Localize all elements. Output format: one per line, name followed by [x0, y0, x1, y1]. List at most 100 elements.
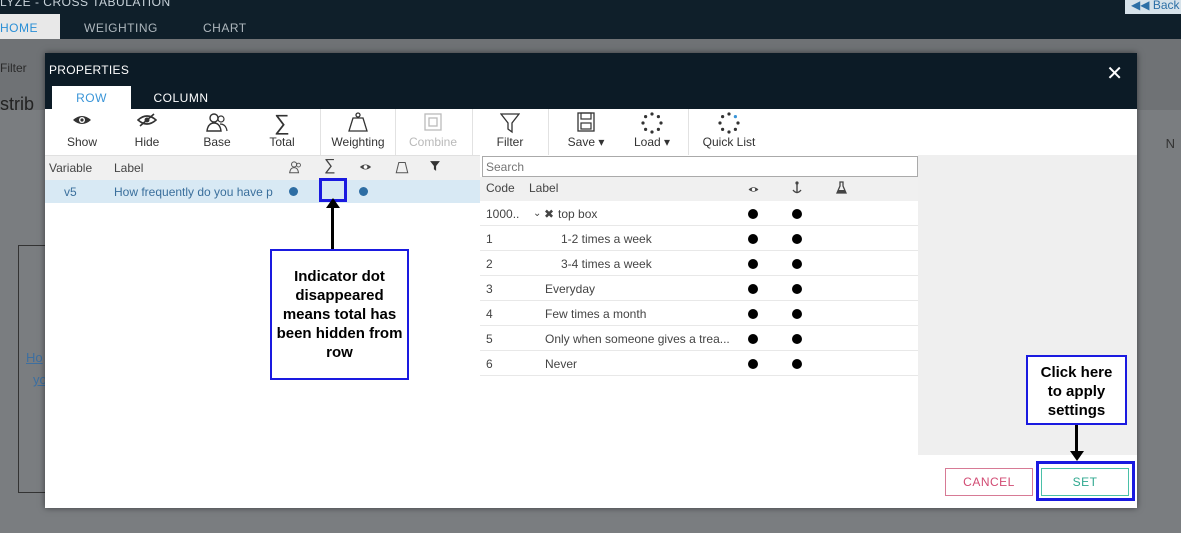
code-row[interactable]: 2 3-4 times a week [480, 251, 918, 276]
base-label: Base [203, 135, 231, 149]
codes-header: Code Label [480, 177, 918, 201]
anchor-dot [792, 334, 802, 344]
dialog-title: PROPERTIES [49, 63, 130, 77]
properties-dialog: PROPERTIES ✕ ROW COLUMN Show Hide Base ∑… [45, 53, 1137, 508]
eye-slash-icon [125, 109, 169, 135]
combine-label: Combine [408, 135, 458, 149]
weight-icon [327, 109, 389, 135]
anchor-dot [792, 359, 802, 369]
filter-column-icon [429, 160, 441, 175]
base-button[interactable]: Base [195, 109, 239, 155]
row-code: 3 [486, 282, 493, 296]
toolbar-divider [688, 109, 689, 155]
flask-column-icon [836, 181, 847, 197]
variables-header: Variable Label ∑ [45, 156, 480, 180]
show-indicator-dot [359, 187, 368, 196]
sigma-icon: ∑ [274, 110, 290, 135]
save-label: Save ▾ [567, 135, 605, 149]
apply-arrowhead [1070, 451, 1084, 461]
show-dot [748, 309, 758, 319]
combine-button[interactable]: Combine [405, 109, 461, 155]
tab-column[interactable]: COLUMN [145, 86, 217, 109]
indicator-arrowhead [326, 198, 340, 208]
apply-callout: Click here to apply settings [1026, 355, 1127, 425]
show-dot [748, 209, 758, 219]
toolbar: Show Hide Base ∑ Total Weighting Combine… [45, 109, 1137, 155]
row-code: 4 [486, 307, 493, 321]
toolbar-divider [548, 109, 549, 155]
weight-column-icon [395, 160, 409, 177]
hide-button[interactable]: Hide [125, 109, 169, 155]
code-row[interactable]: 5 Only when someone gives a trea... [480, 326, 918, 351]
show-button[interactable]: Show [59, 109, 105, 155]
toolbar-divider [320, 109, 321, 155]
label-column-header: Label [529, 181, 559, 195]
row-label: 1-2 times a week [561, 232, 652, 246]
app-title-bar: LYZE - CROSS TABULATION ◀◀ Back [0, 0, 1181, 14]
show-dot [748, 234, 758, 244]
tab-home[interactable]: HOME [0, 14, 60, 39]
eye-column-icon [359, 161, 372, 175]
close-icon[interactable]: ✕ [1106, 61, 1123, 86]
show-dot [748, 334, 758, 344]
hide-label: Hide [134, 135, 160, 149]
app-title: LYZE - CROSS TABULATION [0, 0, 171, 9]
code-row[interactable]: 1 1-2 times a week [480, 226, 918, 251]
tab-row[interactable]: ROW [52, 86, 131, 109]
variable-row[interactable]: v5 How frequently do you have p [45, 180, 480, 203]
total-button[interactable]: ∑ Total [263, 109, 301, 155]
base-column-icon [289, 160, 303, 177]
code-row[interactable]: 3 Everyday [480, 276, 918, 301]
load-button[interactable]: Load ▾ [629, 109, 675, 155]
anchor-dot [792, 309, 802, 319]
variable-column-header: Variable [49, 161, 93, 175]
row-code: 1000.. [486, 207, 520, 221]
app-tab-bar: HOME WEIGHTING CHART [0, 14, 1181, 39]
code-row[interactable]: 6 Never [480, 351, 918, 376]
anchor-dot [792, 234, 802, 244]
tab-weighting[interactable]: WEIGHTING [84, 14, 158, 39]
weighting-label: Weighting [331, 135, 385, 149]
apply-arrow [1075, 425, 1078, 453]
label-column-header: Label [114, 161, 144, 175]
variable-code: v5 [64, 185, 77, 199]
load-label: Load ▾ [633, 135, 671, 149]
back-button[interactable]: ◀◀ Back [1125, 0, 1181, 14]
show-dot [748, 359, 758, 369]
weighting-button[interactable]: Weighting [327, 109, 389, 155]
spinner-icon [697, 109, 761, 135]
show-dot [748, 284, 758, 294]
anchor-dot [792, 284, 802, 294]
eye-icon [59, 109, 105, 135]
filter-button[interactable]: Filter [490, 109, 530, 155]
row-label: Few times a month [545, 307, 647, 321]
chevron-down-icon[interactable]: ⌄ [533, 208, 541, 219]
code-row[interactable]: 1000.. ⌄ ✖ top box [480, 201, 918, 226]
anchor-column-icon [792, 181, 802, 198]
spinner-icon [629, 109, 675, 135]
sheet-link[interactable]: Ho [26, 350, 43, 365]
total-label: Total [269, 135, 295, 149]
row-label: Only when someone gives a trea... [545, 332, 730, 346]
sheet-heading: strib [0, 94, 35, 114]
eye-column-icon [748, 183, 759, 197]
ribbon-filter-label[interactable]: Filter [0, 61, 27, 75]
row-label: Never [545, 357, 578, 371]
row-code: 1 [486, 232, 493, 246]
search-input[interactable] [482, 156, 918, 177]
row-code: 2 [486, 257, 493, 271]
code-column-header: Code [486, 181, 515, 195]
save-button[interactable]: Save ▾ [563, 109, 609, 155]
quick-list-label: Quick List [702, 135, 756, 149]
variable-label: How frequently do you have p [114, 185, 273, 199]
indicator-arrow [331, 205, 334, 249]
code-row[interactable]: 4 Few times a month [480, 301, 918, 326]
close-icon[interactable]: ✖ [544, 207, 554, 221]
cancel-button[interactable]: CANCEL [945, 468, 1033, 496]
people-icon [195, 109, 239, 135]
codes-panel: Code Label 1000.. ⌄ ✖ top box 1 1-2 time… [480, 155, 918, 455]
tab-chart[interactable]: CHART [203, 14, 247, 39]
toolbar-divider [472, 109, 473, 155]
quick-list-button[interactable]: Quick List [697, 109, 761, 155]
set-button-highlight [1036, 461, 1135, 501]
